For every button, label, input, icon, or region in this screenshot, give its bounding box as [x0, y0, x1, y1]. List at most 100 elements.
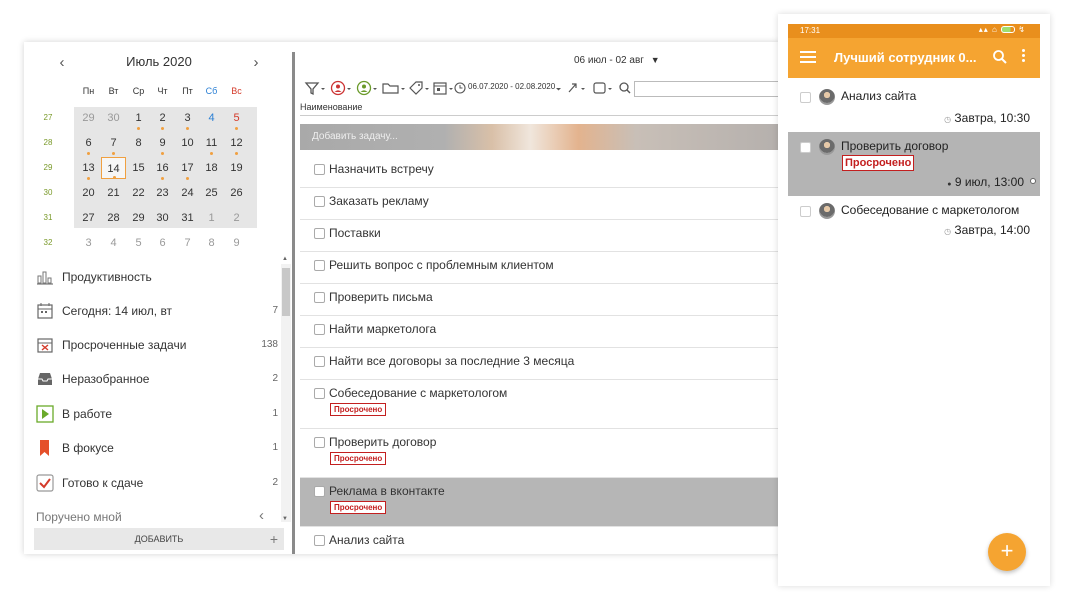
calendar-day[interactable]: 28: [101, 207, 126, 229]
calendar-day[interactable]: 19: [224, 157, 249, 179]
scrollbar-thumb[interactable]: [282, 268, 290, 316]
sidebar-item-3[interactable]: Просроченные задачи 138: [34, 332, 282, 360]
sort-icon[interactable]: [566, 80, 590, 98]
sidebar-item-1[interactable]: Продуктивность: [34, 264, 282, 292]
panel-divider[interactable]: [292, 52, 295, 554]
task-checkbox[interactable]: [314, 437, 325, 448]
chevron-left-icon[interactable]: ‹: [54, 54, 70, 71]
task-checkbox[interactable]: [800, 142, 811, 153]
chevron-left-icon[interactable]: ‹: [259, 507, 264, 524]
search-icon[interactable]: [618, 80, 632, 98]
task-checkbox[interactable]: [314, 356, 325, 367]
task-checkbox[interactable]: [314, 292, 325, 303]
calendar-day[interactable]: 29: [76, 107, 101, 129]
calendar-day[interactable]: 5: [224, 107, 249, 130]
add-button[interactable]: ДОБАВИТЬ +: [34, 528, 284, 550]
sidebar-item-2[interactable]: Сегодня: 14 июл, вт 7: [34, 298, 282, 326]
more-vert-icon[interactable]: [1022, 49, 1026, 62]
calendar-day[interactable]: 8: [199, 232, 224, 254]
task-checkbox[interactable]: [314, 486, 325, 497]
calendar-day[interactable]: 11: [199, 132, 224, 155]
task-checkbox[interactable]: [314, 228, 325, 239]
calendar-day[interactable]: 30: [150, 207, 175, 229]
calendar-day[interactable]: 26: [224, 182, 249, 204]
menu-icon[interactable]: [800, 51, 816, 63]
calendar-day[interactable]: 30: [101, 107, 126, 129]
view-options-icon[interactable]: [592, 80, 616, 98]
task-checkbox[interactable]: [314, 196, 325, 207]
calendar-day[interactable]: 29: [126, 207, 151, 229]
task-row[interactable]: Найти маркетолога: [300, 316, 780, 348]
calendar-day[interactable]: 3: [175, 107, 200, 130]
calendar-day[interactable]: 13: [76, 157, 101, 180]
folder-icon[interactable]: [382, 80, 408, 98]
calendar-day[interactable]: 6: [150, 232, 175, 254]
task-row[interactable]: Заказать рекламу: [300, 188, 780, 220]
tag-icon[interactable]: [408, 80, 432, 98]
calendar-day[interactable]: 7: [175, 232, 200, 254]
task-checkbox[interactable]: [314, 388, 325, 399]
calendar-day[interactable]: 12: [224, 132, 249, 155]
calendar-day[interactable]: 6: [76, 132, 101, 155]
task-row[interactable]: Анализ сайта: [300, 527, 780, 554]
calendar-day[interactable]: 9: [224, 232, 249, 254]
task-row[interactable]: Найти все договоры за последние 3 месяца: [300, 348, 780, 380]
task-checkbox[interactable]: [800, 92, 811, 103]
calendar-day[interactable]: 2: [150, 107, 175, 130]
calendar-day[interactable]: 4: [101, 232, 126, 254]
calendar-day[interactable]: 20: [76, 182, 101, 204]
calendar-day[interactable]: 22: [126, 182, 151, 204]
sidebar-scrollbar[interactable]: ▲ ▼: [281, 256, 291, 522]
search-icon[interactable]: [992, 49, 1008, 70]
calendar-day[interactable]: 3: [76, 232, 101, 254]
sidebar-item-5[interactable]: В работе 1: [34, 401, 282, 429]
calendar-day[interactable]: 1: [126, 107, 151, 130]
calendar-day[interactable]: 23: [150, 182, 175, 204]
sidebar-item-4[interactable]: Неразобранное 2: [34, 366, 282, 394]
scroll-up-icon[interactable]: ▲: [282, 256, 288, 262]
task-row[interactable]: Проверить письма: [300, 284, 780, 316]
phone-task-row[interactable]: Собеседование с маркетологом ◷ Завтра, 14…: [788, 196, 1040, 244]
filter-icon[interactable]: [304, 80, 326, 98]
search-input[interactable]: [634, 81, 780, 97]
calendar-day[interactable]: 4: [199, 107, 224, 129]
author-icon[interactable]: [356, 80, 380, 98]
calendar-day[interactable]: 31: [175, 207, 200, 229]
date-range-filter[interactable]: 06.07.2020 - 02.08.2020: [454, 80, 562, 98]
task-checkbox[interactable]: [314, 324, 325, 335]
task-row[interactable]: Поставки: [300, 220, 780, 252]
add-task-fab[interactable]: +: [988, 533, 1026, 571]
task-row[interactable]: Реклама в вконтакте Просрочено: [300, 478, 780, 527]
task-checkbox[interactable]: [314, 535, 325, 546]
task-row[interactable]: Собеседование с маркетологом Просрочено: [300, 380, 780, 429]
calendar-day[interactable]: 17: [175, 157, 200, 180]
column-header-name[interactable]: Наименование: [300, 102, 780, 116]
calendar-day[interactable]: 16: [150, 157, 175, 180]
calendar-day[interactable]: 25: [199, 182, 224, 204]
calendar-view-icon[interactable]: [432, 80, 456, 98]
add-task-input[interactable]: Добавить задачу...: [300, 124, 780, 150]
calendar-day[interactable]: 1: [199, 207, 224, 229]
calendar-day[interactable]: 15: [126, 157, 151, 179]
scroll-down-icon[interactable]: ▼: [282, 516, 288, 522]
task-row[interactable]: Решить вопрос с проблемным клиентом: [300, 252, 780, 284]
calendar-day[interactable]: 9: [150, 132, 175, 155]
calendar-day[interactable]: 5: [126, 232, 151, 254]
calendar-day[interactable]: 21: [101, 182, 126, 204]
calendar-day[interactable]: 24: [175, 182, 200, 204]
calendar-day[interactable]: 7: [101, 132, 126, 155]
task-checkbox[interactable]: [314, 260, 325, 271]
calendar-day[interactable]: 18: [199, 157, 224, 179]
calendar-day[interactable]: 14: [101, 157, 126, 179]
phone-task-row[interactable]: Анализ сайта ◷ Завтра, 10:30: [788, 82, 1040, 132]
calendar-day[interactable]: 8: [126, 132, 151, 154]
chevron-right-icon[interactable]: ›: [248, 54, 264, 71]
task-checkbox[interactable]: [314, 164, 325, 175]
date-range-dropdown[interactable]: 06 июл - 02 авг ▼: [574, 55, 660, 66]
task-checkbox[interactable]: [800, 206, 811, 217]
phone-task-row[interactable]: Проверить договор Просрочено ● 9 июл, 13:0…: [788, 132, 1040, 196]
calendar-day[interactable]: 2: [224, 207, 249, 229]
task-row[interactable]: Проверить договор Просрочено: [300, 429, 780, 478]
calendar-day[interactable]: 27: [76, 207, 101, 229]
task-row[interactable]: Назначить встречу: [300, 156, 780, 188]
